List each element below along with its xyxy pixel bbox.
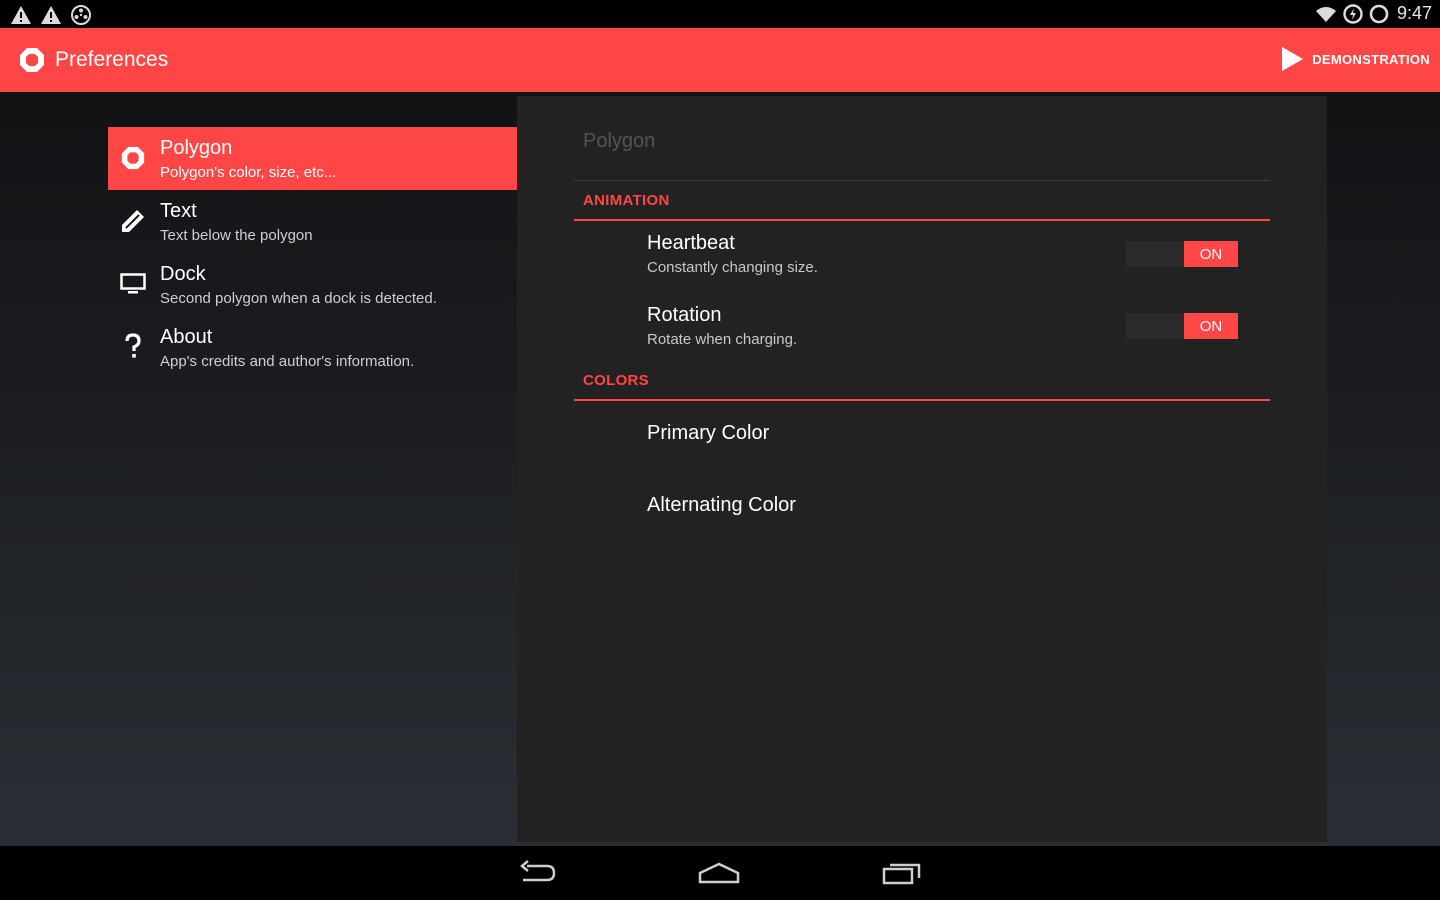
header-item-text[interactable]: Text Text below the polygon <box>108 190 517 253</box>
home-button[interactable] <box>694 856 744 890</box>
back-icon <box>520 860 556 882</box>
header-item-polygon[interactable]: Polygon Polygon's color, size, etc... <box>108 127 517 190</box>
page-title: Preferences <box>55 48 169 71</box>
battery-charging-icon <box>1343 3 1363 24</box>
question-icon <box>120 333 146 360</box>
wifi-icon <box>1315 6 1336 22</box>
pencil-icon <box>120 208 146 234</box>
action-bar: Preferences DEMONSTRATION <box>0 28 1440 92</box>
play-icon <box>1282 47 1304 71</box>
status-bar: 9:47 <box>0 0 1440 28</box>
preference-headers-list: Polygon Polygon's color, size, etc... Te… <box>108 127 517 379</box>
demonstration-button[interactable]: DEMONSTRATION <box>1280 46 1430 72</box>
toggle-on-thumb: ON <box>1184 241 1238 267</box>
sync-icon <box>1369 4 1389 23</box>
polygon-icon <box>120 145 146 171</box>
warning-icon <box>11 6 31 24</box>
category-label: COLORS <box>583 372 649 389</box>
category-label: ANIMATION <box>583 192 670 209</box>
header-summary: Polygon's color, size, etc... <box>160 164 337 181</box>
back-button[interactable] <box>512 856 562 890</box>
header-item-about[interactable]: About App's credits and author's informa… <box>108 316 517 379</box>
pref-summary: Constantly changing size. <box>647 259 818 276</box>
pref-alternating-color[interactable]: Alternating Color <box>574 474 1270 544</box>
preference-detail-panel: Polygon ANIMATION Heartbeat Constantly c… <box>517 96 1327 842</box>
pref-primary-color[interactable]: Primary Color <box>574 402 1270 472</box>
header-title: Polygon <box>160 137 233 159</box>
clock: 9:47 <box>1396 3 1432 23</box>
pref-title: Rotation <box>647 304 722 326</box>
pref-title: Alternating Color <box>647 494 796 516</box>
toggle-on-thumb: ON <box>1184 313 1238 339</box>
header-summary: Second polygon when a dock is detected. <box>160 290 437 307</box>
pref-title: Heartbeat <box>647 232 735 254</box>
pref-title: Primary Color <box>647 422 770 444</box>
content-area: Polygon Polygon's color, size, etc... Te… <box>0 92 1440 846</box>
recents-icon <box>882 863 921 885</box>
header-summary: Text below the polygon <box>160 227 313 244</box>
heartbeat-toggle[interactable]: ON <box>1126 241 1238 267</box>
settings-notification-icon <box>71 5 91 25</box>
pref-heartbeat[interactable]: Heartbeat Constantly changing size. ON <box>574 222 1270 292</box>
system-icons: 9:47 <box>1315 3 1432 24</box>
header-summary: App's credits and author's information. <box>160 353 415 370</box>
app-logo-icon <box>20 48 44 72</box>
navigation-bar <box>0 846 1440 900</box>
divider <box>574 180 1270 181</box>
recents-button[interactable] <box>877 856 927 890</box>
home-icon <box>698 862 740 884</box>
panel-title: Polygon <box>583 130 656 152</box>
monitor-icon <box>120 271 146 297</box>
pref-rotation[interactable]: Rotation Rotate when charging. ON <box>574 294 1270 364</box>
warning-icon <box>41 6 61 24</box>
header-title: Text <box>160 200 197 222</box>
header-title: Dock <box>160 263 206 285</box>
rotation-toggle[interactable]: ON <box>1126 313 1238 339</box>
header-title: About <box>160 326 213 348</box>
category-animation: ANIMATION <box>574 182 1270 221</box>
notification-icons <box>10 4 92 26</box>
demonstration-label: DEMONSTRATION <box>1312 51 1430 67</box>
category-colors: COLORS <box>574 362 1270 401</box>
header-item-dock[interactable]: Dock Second polygon when a dock is detec… <box>108 253 517 316</box>
pref-summary: Rotate when charging. <box>647 331 798 348</box>
